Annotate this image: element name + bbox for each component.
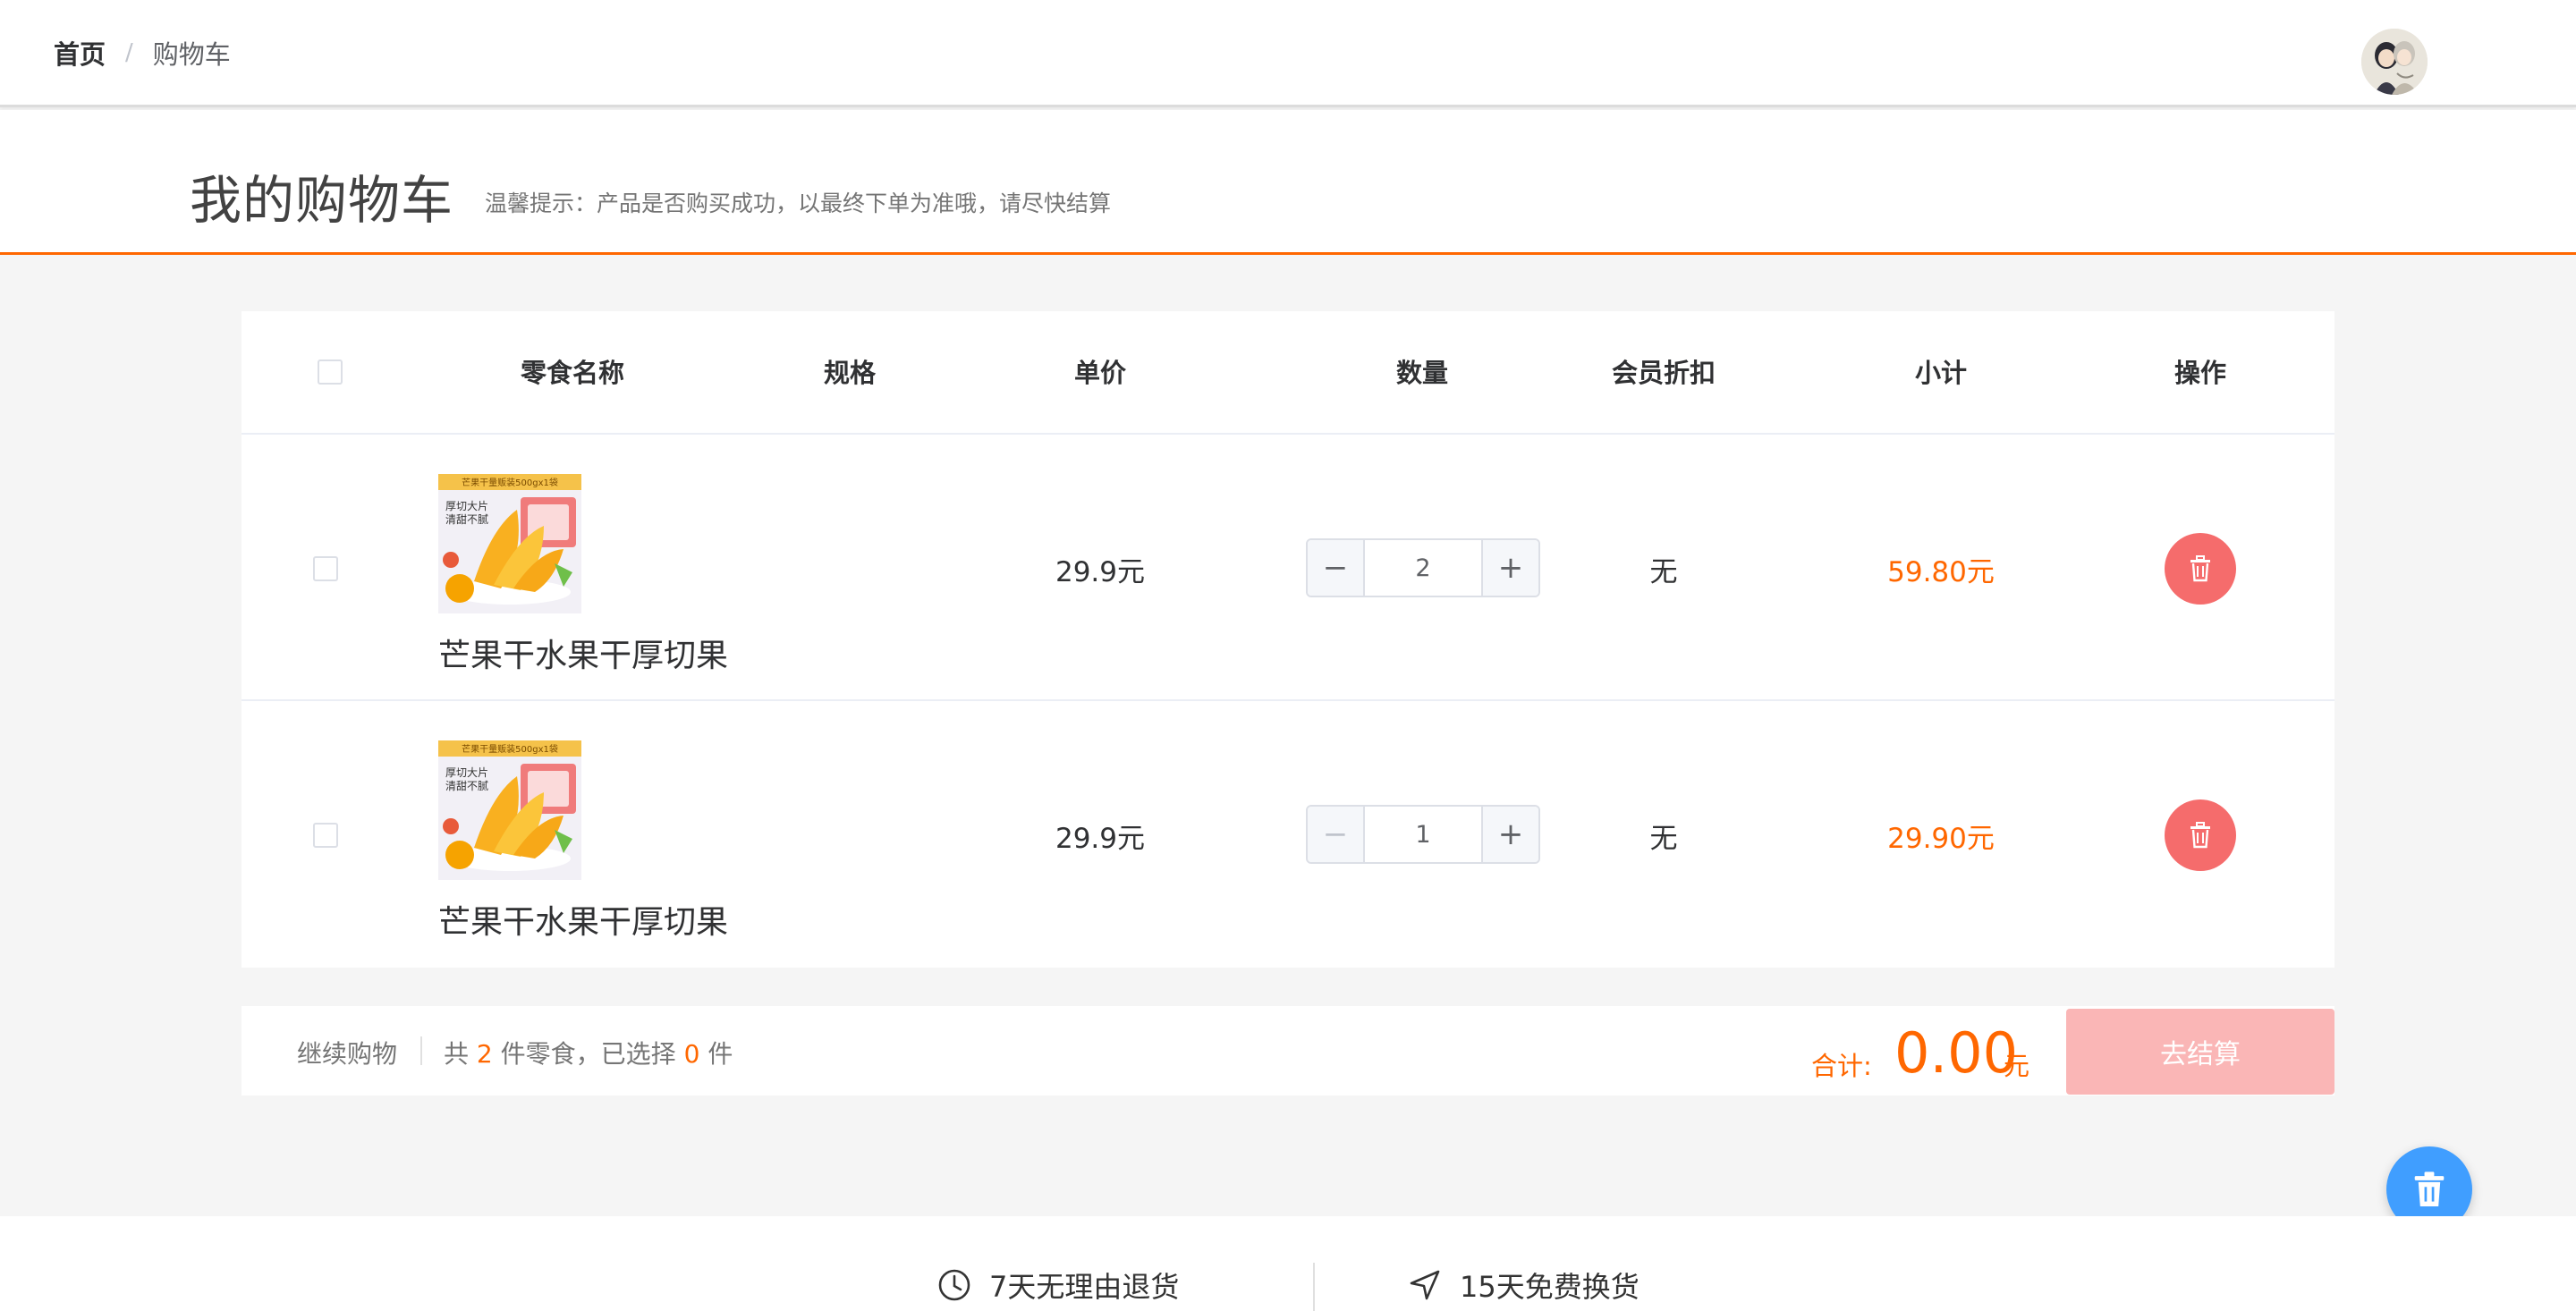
divider xyxy=(420,1036,422,1065)
column-price: 单价 xyxy=(1073,358,1126,388)
service-exchange: 15天免费换货 xyxy=(1408,1264,1640,1306)
breadcrumb-home[interactable]: 首页 xyxy=(54,34,106,72)
table-header: 零食名称 规格 单价 数量 会员折扣 小计 操作 xyxy=(242,311,2334,435)
quantity-input[interactable]: 2 xyxy=(1365,540,1481,596)
member-discount: 无 xyxy=(1649,556,1678,588)
product-name: 芒果干水果干厚切果 xyxy=(438,904,729,941)
column-quantity: 数量 xyxy=(1395,358,1448,388)
service-return: 7天无理由退货 xyxy=(937,1264,1179,1306)
trash-icon xyxy=(2414,1171,2445,1206)
image-line2-text: 清甜不腻 xyxy=(445,780,488,792)
image-banner-text: 芒果干量贩装500gx1袋 xyxy=(462,743,558,755)
plus-icon: + xyxy=(1497,816,1524,852)
product-image[interactable]: 芒果干量贩装500gx1袋 厚切大片 清甜不腻 xyxy=(438,474,581,613)
row-checkbox[interactable] xyxy=(313,556,338,581)
cart-tip: 温馨提示：产品是否购买成功，以最终下单为准哦，请尽快结算 xyxy=(485,190,1112,216)
service-divider xyxy=(1313,1263,1315,1311)
minus-icon: − xyxy=(1322,550,1349,586)
row-checkbox[interactable] xyxy=(313,823,338,848)
row-subtotal: 59.80元 xyxy=(1887,556,1995,588)
image-line1-text: 厚切大片 xyxy=(445,500,488,512)
service-return-label: 7天无理由退货 xyxy=(989,1270,1180,1304)
total-label: 合计: xyxy=(1811,1051,1872,1081)
breadcrumb-separator: / xyxy=(125,39,133,66)
quantity-stepper: − 2 + xyxy=(1306,538,1540,597)
image-line2-text: 清甜不腻 xyxy=(445,513,488,526)
breadcrumb-current: 购物车 xyxy=(152,39,231,70)
product-image[interactable]: 芒果干量贩装500gx1袋 厚切大片 清甜不腻 xyxy=(438,740,581,880)
breadcrumb: 首页 / 购物车 xyxy=(54,34,231,72)
row-subtotal: 29.90元 xyxy=(1887,823,1995,855)
select-all-checkbox[interactable] xyxy=(318,359,343,385)
top-navbar: 首页 / 购物车 xyxy=(0,0,2576,107)
delete-button[interactable] xyxy=(2165,533,2236,605)
unit-price: 29.9元 xyxy=(1055,823,1146,855)
navigation-arrow-icon xyxy=(1410,1270,1440,1300)
unit-price: 29.9元 xyxy=(1055,556,1146,588)
cart-summary-bar: 继续购物 共 2 件零食，已选择 0 件 合计: 0.00 元 去结算 xyxy=(242,1006,2334,1095)
minus-icon: − xyxy=(1322,816,1349,852)
continue-shopping-link[interactable]: 继续购物 xyxy=(297,1035,397,1070)
image-line1-text: 厚切大片 xyxy=(445,766,488,779)
column-name: 零食名称 xyxy=(520,358,624,388)
product-name: 芒果干水果干厚切果 xyxy=(438,638,729,674)
decrease-button[interactable]: − xyxy=(1308,807,1365,862)
cart-header: 我的购物车 温馨提示：产品是否购买成功，以最终下单为准哦，请尽快结算 xyxy=(0,110,2576,255)
clock-icon xyxy=(938,1269,970,1301)
page-title: 我的购物车 xyxy=(190,170,454,231)
count-suffix: 件 xyxy=(708,1039,733,1069)
table-row: 芒果干量贩装500gx1袋 厚切大片 清甜不腻 芒果干水果干厚切果 29.9元 … xyxy=(242,701,2334,968)
delete-button[interactable] xyxy=(2165,799,2236,871)
quantity-stepper: − 1 + xyxy=(1306,805,1540,864)
increase-button[interactable]: + xyxy=(1481,807,1538,862)
total-price: 0.00 xyxy=(1894,1020,2019,1086)
count-prefix: 共 xyxy=(444,1039,470,1069)
member-discount: 无 xyxy=(1649,823,1678,855)
increase-button[interactable]: + xyxy=(1481,540,1538,596)
service-exchange-label: 15天免费换货 xyxy=(1460,1270,1640,1304)
selected-item-count: 0 xyxy=(683,1039,700,1069)
image-banner-text: 芒果干量贩装500gx1袋 xyxy=(462,477,558,488)
cart-table: 零食名称 规格 单价 数量 会员折扣 小计 操作 芒果干量贩装500gx1袋 厚… xyxy=(242,311,2334,968)
column-action: 操作 xyxy=(2174,358,2226,388)
column-subtotal: 小计 xyxy=(1914,358,1967,388)
service-footer: 7天无理由退货 15天免费换货 xyxy=(0,1216,2576,1311)
column-discount: 会员折扣 xyxy=(1611,358,1716,388)
total-unit: 元 xyxy=(2004,1051,2030,1081)
plus-icon: + xyxy=(1497,550,1524,586)
item-count-summary: 共 2 件零食，已选择 0 件 xyxy=(444,1035,733,1070)
decrease-button[interactable]: − xyxy=(1308,540,1365,596)
total-item-count: 2 xyxy=(476,1039,493,1069)
user-avatar[interactable] xyxy=(2361,29,2428,95)
quantity-input[interactable]: 1 xyxy=(1365,807,1481,862)
trash-icon xyxy=(2190,822,2210,849)
count-middle: 件零食，已选择 xyxy=(500,1039,676,1069)
column-spec: 规格 xyxy=(823,358,876,388)
table-row: 芒果干量贩装500gx1袋 厚切大片 清甜不腻 芒果干水果干厚切果 29.9元 … xyxy=(242,435,2334,701)
trash-icon xyxy=(2190,555,2210,582)
checkout-button[interactable]: 去结算 xyxy=(2066,1009,2334,1095)
